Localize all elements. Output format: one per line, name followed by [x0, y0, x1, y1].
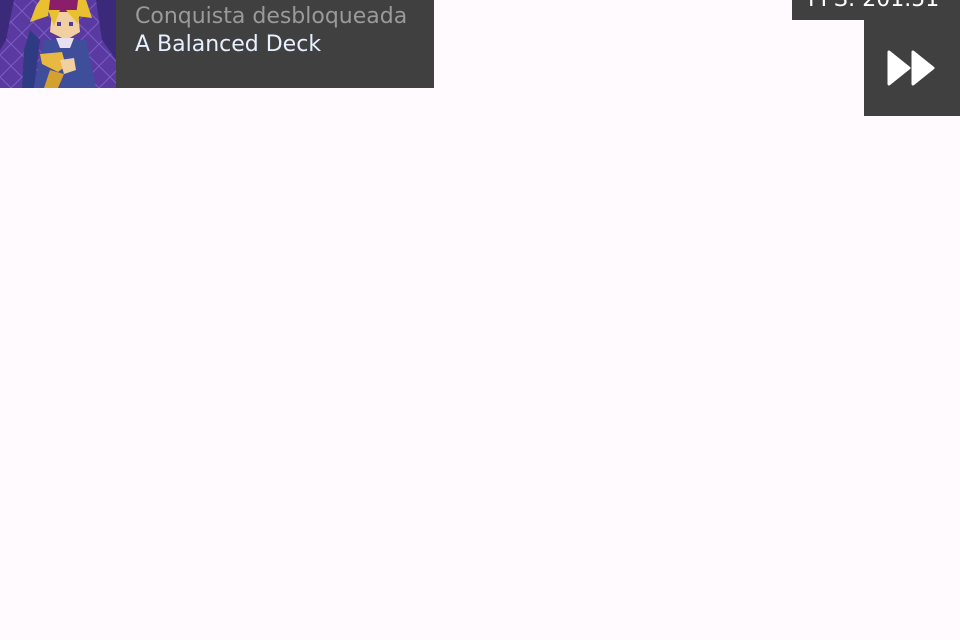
fps-counter: FPS: 201.51 [792, 0, 960, 20]
fps-counter-text: FPS: 201.51 [808, 0, 939, 13]
achievement-portrait-image [0, 0, 116, 88]
achievement-title: A Balanced Deck [135, 32, 322, 57]
fast-forward-icon [887, 50, 935, 86]
achievement-unlocked-label: Conquista desbloqueada [135, 4, 408, 29]
fast-forward-button[interactable] [864, 20, 960, 116]
achievement-toast: Conquista desbloqueada A Balanced Deck [0, 0, 434, 88]
